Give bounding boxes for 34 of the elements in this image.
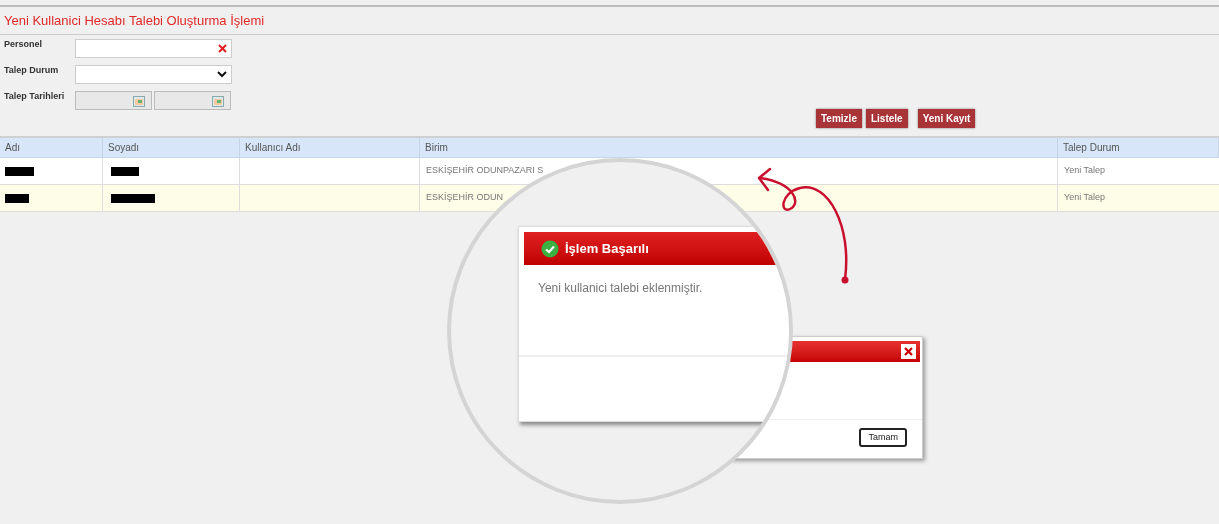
action-button[interactable]: Temizle	[816, 109, 862, 128]
end-date-field[interactable]	[154, 91, 231, 110]
column-header: Adı	[5, 141, 20, 155]
personel-field[interactable]	[75, 39, 232, 58]
status-select[interactable]	[75, 65, 232, 84]
redaction-bar	[111, 193, 155, 203]
redaction-bar	[111, 166, 139, 176]
field-label: Personel	[4, 39, 44, 49]
table-cell: Yeni Talep	[1064, 191, 1106, 205]
field-label: Talep Tarihleri	[4, 91, 66, 101]
redaction-bar	[5, 193, 29, 203]
calendar-icon[interactable]	[133, 96, 145, 107]
column-header: Soyadı	[108, 141, 140, 155]
dialog-title: İşlem Başarılı	[565, 239, 649, 258]
ok-button[interactable]: Tamam	[859, 428, 907, 447]
page-title: Yeni Kullanici Hesabı Talebi Oluşturma İşlemi	[4, 11, 265, 30]
column-header: Talep Durum	[1063, 141, 1120, 155]
column-header: Birim	[425, 141, 448, 155]
chevron-down-icon	[217, 71, 227, 78]
start-date-field[interactable]	[75, 91, 152, 110]
table-cell: ESKİŞEHİR ODUN	[426, 191, 503, 205]
action-button[interactable]: Yeni Kayıt	[917, 109, 976, 128]
column-header: Kullanıcı Adı	[245, 141, 301, 155]
table-cell: ESKİŞEHİR ODUNPAZARI S	[426, 164, 544, 178]
calendar-icon[interactable]	[212, 96, 224, 107]
clear-icon[interactable]	[218, 44, 227, 53]
field-label: Talep Durum	[4, 65, 60, 75]
dialog-message: Yeni kullanici talebi eklenmiştir.	[538, 281, 703, 295]
table-cell: Yeni Talep	[1064, 164, 1106, 178]
close-icon	[904, 347, 913, 356]
action-button[interactable]: Listele	[865, 109, 908, 128]
check-circle-icon	[541, 239, 559, 258]
close-button[interactable]	[901, 344, 916, 359]
redaction-bar	[5, 166, 34, 176]
